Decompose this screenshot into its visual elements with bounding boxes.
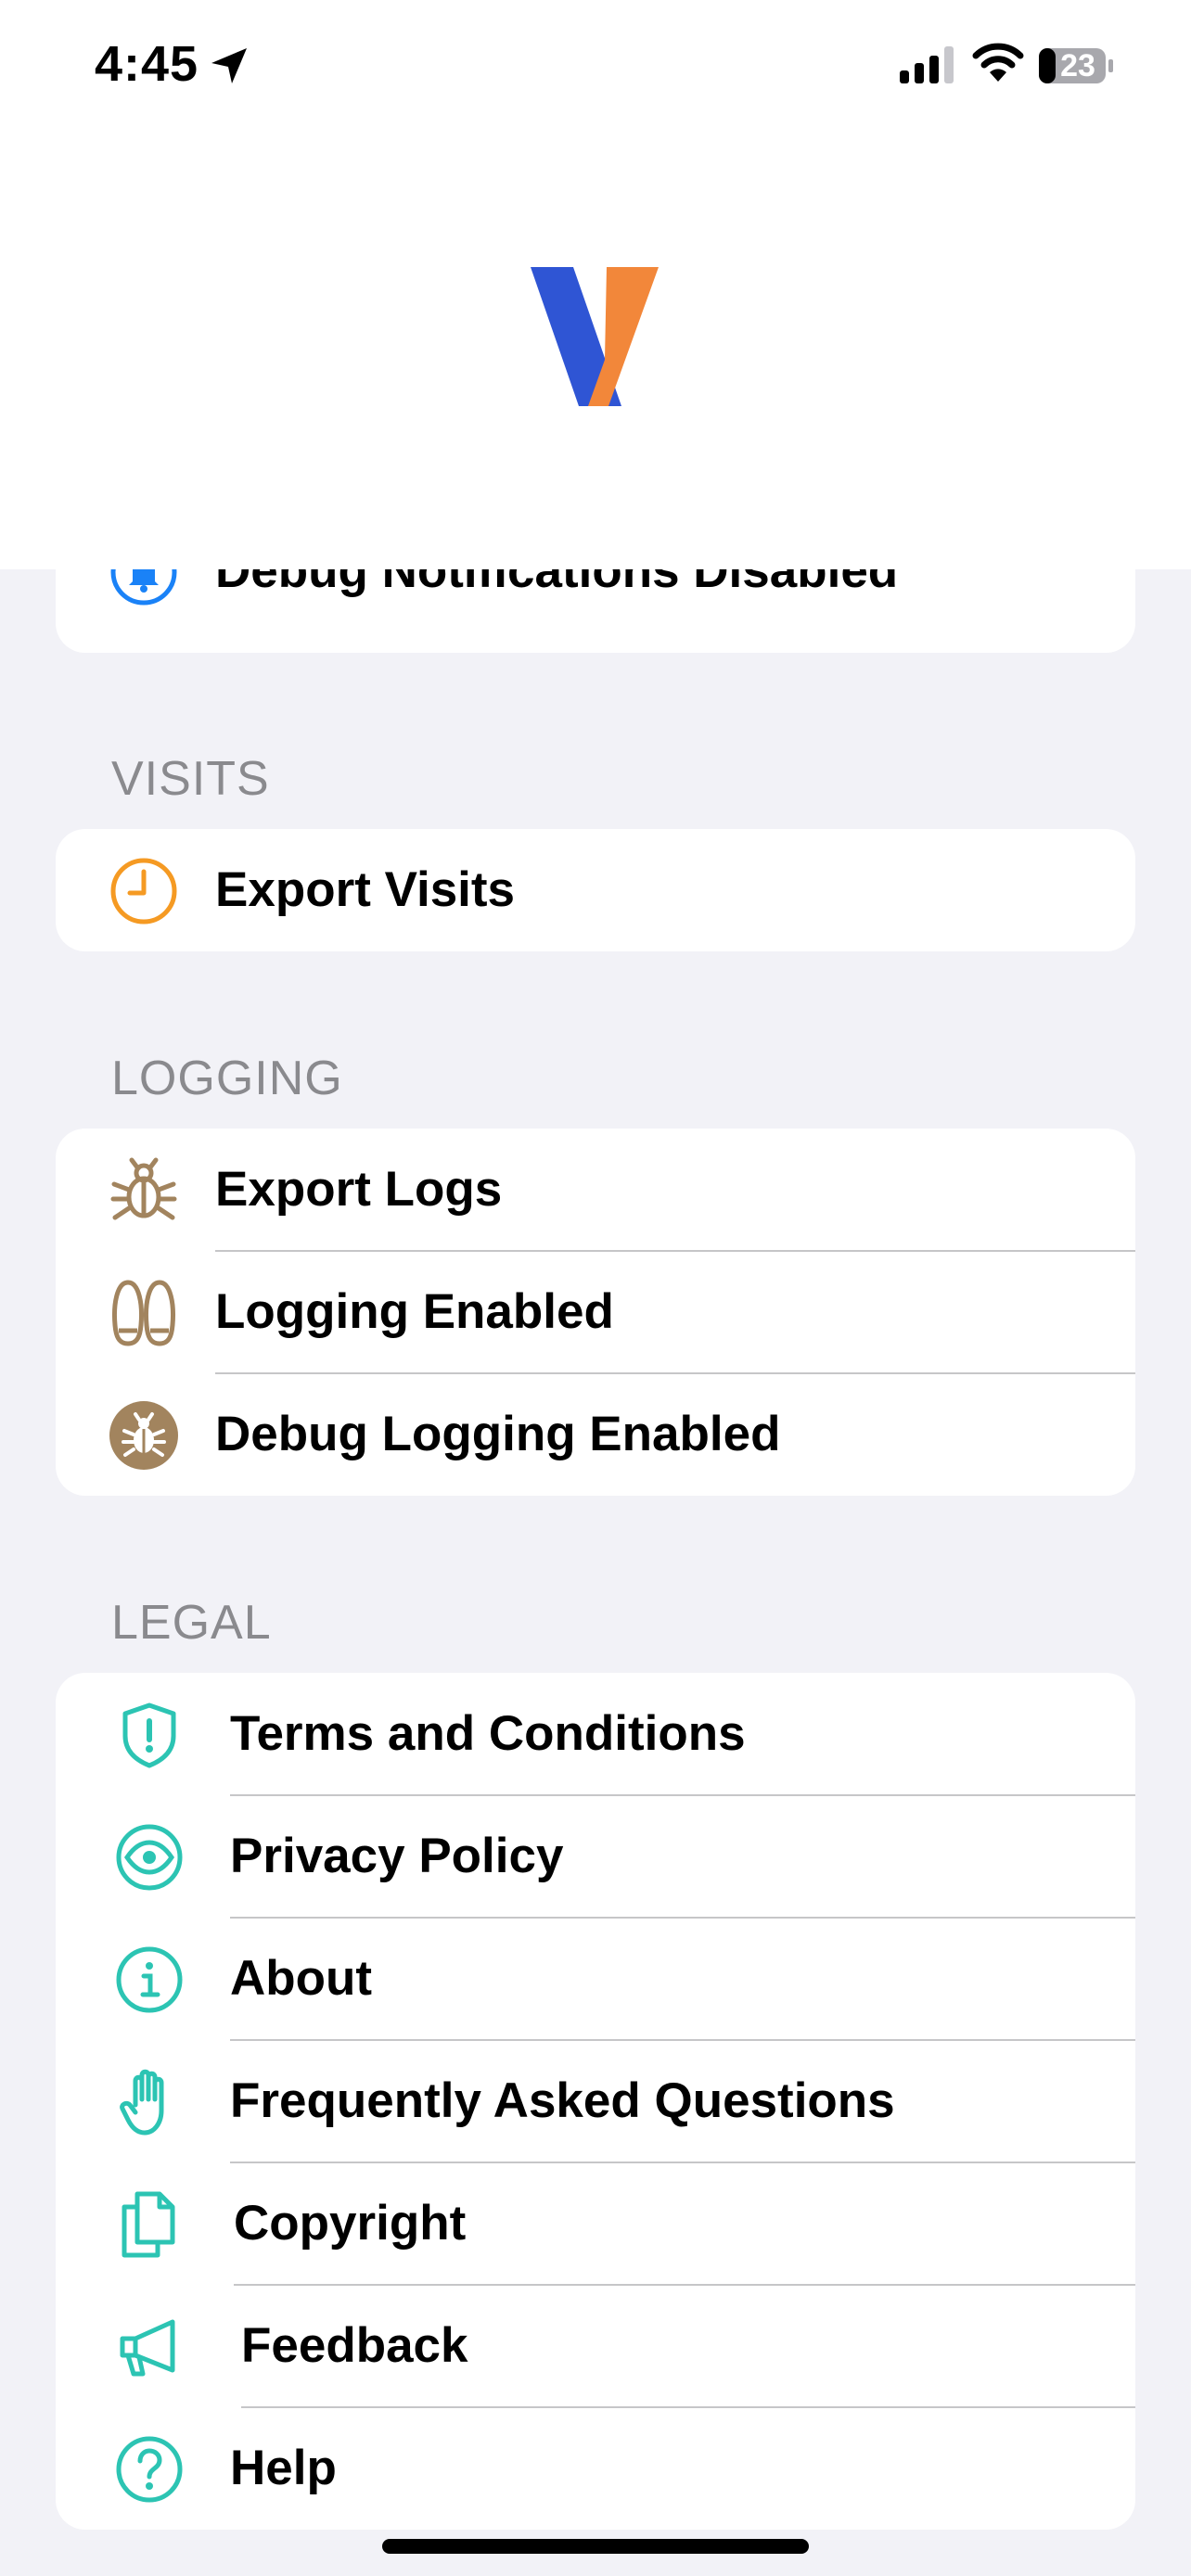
- megaphone-icon: [115, 2313, 184, 2381]
- battery-level: 23: [1060, 48, 1095, 83]
- bug-circle-icon: [109, 1401, 178, 1470]
- cellular-signal-icon: [900, 46, 954, 83]
- logging-enabled-row[interactable]: Logging Enabled: [56, 1251, 1135, 1373]
- section-header-legal: LEGAL: [111, 1596, 272, 1650]
- status-time: 4:45: [95, 36, 199, 92]
- legal-card: Terms and Conditions Privacy Policy Abou…: [56, 1673, 1135, 2530]
- documents-icon: [115, 2190, 184, 2259]
- feedback-row[interactable]: Feedback: [56, 2285, 1135, 2407]
- export-visits-label: Export Visits: [215, 862, 516, 917]
- copyright-label: Copyright: [234, 2196, 467, 2251]
- help-row[interactable]: Help: [56, 2407, 1135, 2530]
- feedback-label: Feedback: [241, 2318, 468, 2373]
- export-visits-row[interactable]: Export Visits: [56, 829, 1135, 951]
- section-header-visits: VISITS: [111, 752, 270, 806]
- section-header-logging: LOGGING: [111, 1052, 343, 1105]
- faq-label: Frequently Asked Questions: [230, 2073, 895, 2128]
- copyright-row[interactable]: Copyright: [56, 2162, 1135, 2285]
- debug-logging-enabled-row[interactable]: Debug Logging Enabled: [56, 1373, 1135, 1496]
- app-logo: [531, 267, 659, 406]
- location-arrow-icon: [211, 48, 247, 83]
- home-indicator[interactable]: [382, 2539, 809, 2554]
- bug-icon: [109, 1156, 178, 1225]
- question-icon: [115, 2435, 184, 2504]
- info-icon: [115, 1945, 184, 2014]
- eye-icon: [115, 1823, 184, 1892]
- shield-exclamation-icon: [115, 1701, 184, 1769]
- about-row[interactable]: About: [56, 1918, 1135, 2040]
- faq-row[interactable]: Frequently Asked Questions: [56, 2040, 1135, 2162]
- header: [0, 139, 1191, 569]
- hand-icon: [115, 2068, 184, 2136]
- terms-label: Terms and Conditions: [230, 1706, 746, 1761]
- privacy-policy-label: Privacy Policy: [230, 1829, 564, 1883]
- export-logs-label: Export Logs: [215, 1162, 503, 1217]
- visits-card: Export Visits: [56, 829, 1135, 951]
- status-bar: 4:45 23: [0, 0, 1191, 139]
- debug-logging-enabled-label: Debug Logging Enabled: [215, 1407, 781, 1461]
- terms-row[interactable]: Terms and Conditions: [56, 1673, 1135, 1795]
- export-logs-row[interactable]: Export Logs: [56, 1129, 1135, 1251]
- footprints-icon: [109, 1279, 178, 1347]
- clock-icon: [109, 857, 178, 925]
- about-label: About: [230, 1951, 373, 2006]
- help-label: Help: [230, 2441, 337, 2495]
- privacy-policy-row[interactable]: Privacy Policy: [56, 1795, 1135, 1918]
- logging-card: Export Logs Logging Enabled Debug Loggin…: [56, 1129, 1135, 1496]
- wifi-icon: [972, 43, 1024, 82]
- logging-enabled-label: Logging Enabled: [215, 1284, 614, 1339]
